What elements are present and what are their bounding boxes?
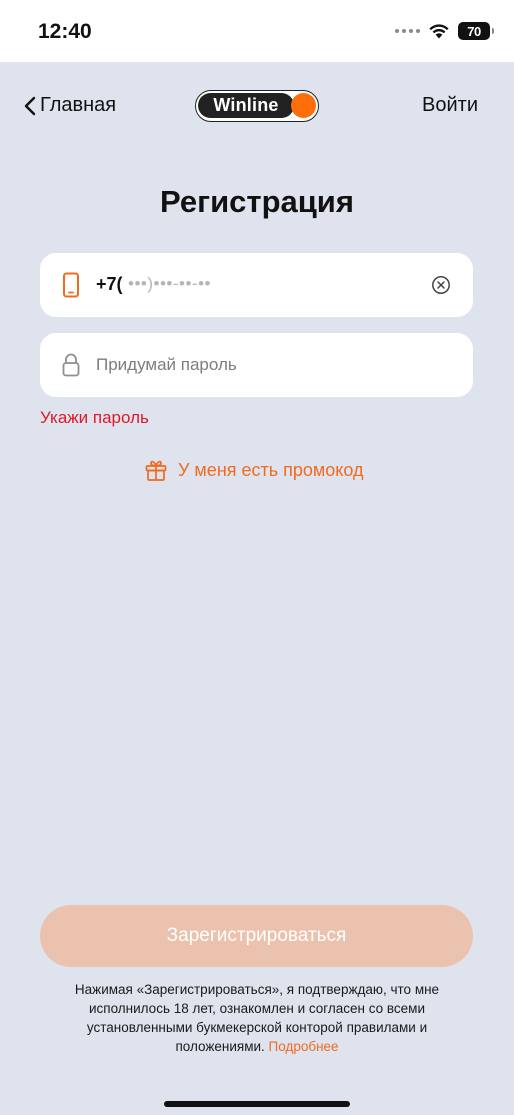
logo-dot bbox=[291, 93, 316, 118]
cellular-signal-icon bbox=[395, 29, 420, 33]
terms-body: Нажимая «Зарегистрироваться», я подтверж… bbox=[74, 982, 440, 1054]
terms-text: Нажимая «Зарегистрироваться», я подтверж… bbox=[54, 980, 460, 1056]
chevron-left-icon bbox=[24, 96, 36, 115]
home-indicator[interactable] bbox=[164, 1101, 350, 1107]
gift-icon bbox=[145, 460, 167, 481]
lock-icon bbox=[62, 353, 80, 377]
promo-code-link[interactable]: У меня есть промокод bbox=[144, 458, 364, 482]
password-error-message: Укажи пароль bbox=[40, 408, 149, 427]
phone-mask: •••)•••-••-•• bbox=[128, 274, 211, 293]
password-field[interactable] bbox=[40, 333, 473, 397]
winline-logo: Winline bbox=[195, 90, 319, 122]
battery-level: 70 bbox=[467, 23, 481, 39]
clear-icon[interactable] bbox=[431, 275, 451, 295]
register-button[interactable]: Зарегистрироваться bbox=[40, 905, 473, 967]
nav-bar: Главная Winline Войти bbox=[0, 84, 514, 130]
login-button[interactable]: Войти bbox=[422, 94, 478, 117]
wifi-icon bbox=[429, 24, 449, 39]
page-title: Регистрация bbox=[160, 184, 354, 219]
terms-more-link[interactable]: Подробнее bbox=[269, 1039, 339, 1054]
logo-text: Winline bbox=[213, 95, 279, 115]
battery-icon: 70 bbox=[458, 22, 494, 40]
phone-field[interactable]: +7( •••)•••-••-•• bbox=[40, 253, 473, 317]
promo-code-label: У меня есть промокод bbox=[178, 459, 364, 480]
phone-prefix: +7( bbox=[96, 274, 123, 294]
status-bar: 12:40 70 bbox=[0, 0, 514, 62]
status-time: 12:40 bbox=[38, 20, 92, 43]
back-button[interactable]: Главная bbox=[24, 94, 116, 117]
password-input[interactable] bbox=[96, 347, 436, 383]
phone-icon bbox=[63, 272, 79, 298]
back-label: Главная bbox=[40, 94, 117, 116]
status-icons: 70 bbox=[395, 20, 494, 42]
